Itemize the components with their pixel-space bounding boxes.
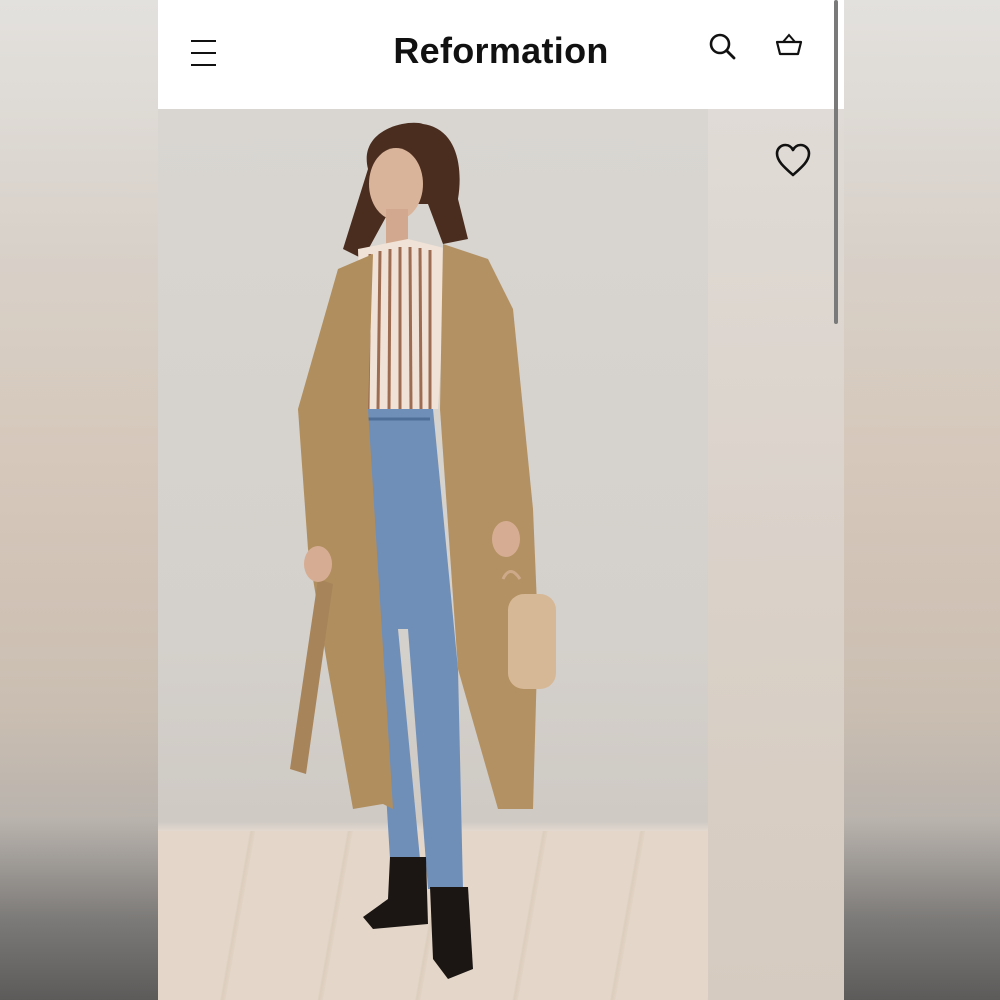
- menu-button[interactable]: [186, 36, 222, 70]
- mobile-screen: Reformation: [158, 0, 844, 1000]
- blurred-backdrop-left: [0, 0, 158, 1000]
- blurred-backdrop-right: [844, 0, 1000, 1000]
- model-illustration: [290, 122, 556, 979]
- shopping-basket-icon: [775, 33, 803, 56]
- search-icon: [709, 33, 736, 60]
- menu-line: [191, 40, 216, 42]
- cart-button[interactable]: [772, 30, 806, 64]
- menu-line: [191, 64, 216, 66]
- site-header: Reformation: [158, 0, 844, 109]
- product-image-carousel[interactable]: [158, 109, 844, 1000]
- brand-logo[interactable]: Reformation: [338, 30, 664, 72]
- next-product-photo-peek[interactable]: [708, 109, 844, 1000]
- favorite-button[interactable]: [772, 141, 814, 181]
- page-scrollbar[interactable]: [834, 0, 838, 324]
- product-photo: [158, 109, 708, 1000]
- search-button[interactable]: [706, 30, 740, 64]
- menu-line: [191, 52, 216, 54]
- heart-outline-icon: [775, 143, 811, 177]
